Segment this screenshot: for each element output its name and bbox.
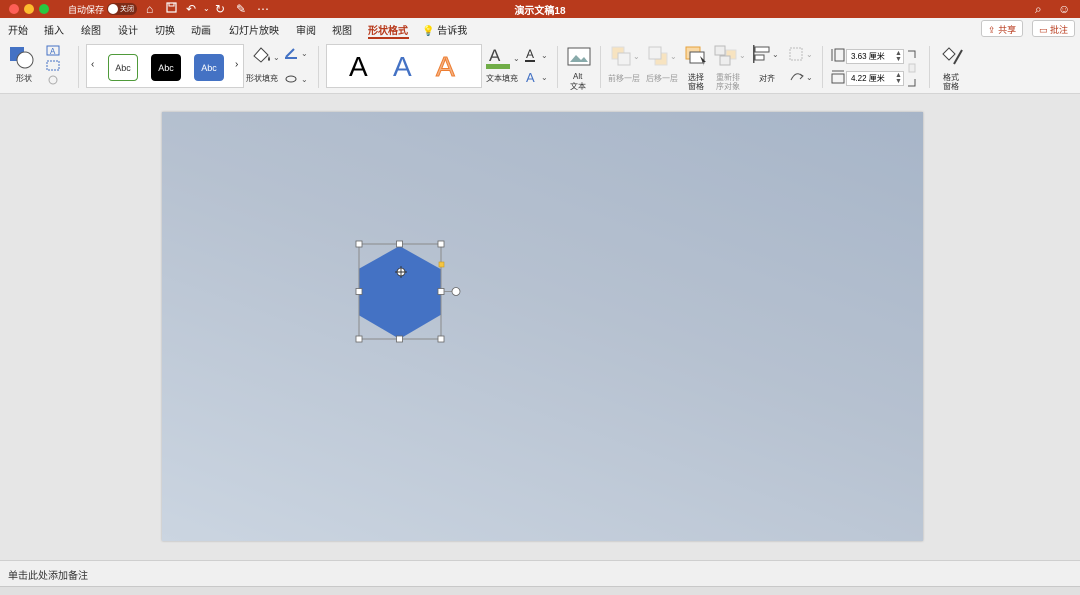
- selection-pane-icon[interactable]: [685, 45, 709, 70]
- status-bar: [0, 586, 1080, 595]
- share-icon: ⇪: [988, 25, 996, 35]
- svg-text:⌄: ⌄: [301, 75, 308, 84]
- svg-text:⌄: ⌄: [541, 51, 548, 60]
- lightbulb-icon: 💡: [422, 26, 435, 37]
- alt-text-label-1: Alt: [573, 72, 583, 81]
- shapes-icon[interactable]: [9, 46, 37, 73]
- reorder-objects-label-2: 序对象: [716, 82, 740, 91]
- document-title: 演示文稿18: [514, 6, 566, 17]
- group-icon[interactable]: ⌄ ⌄: [788, 46, 814, 89]
- active-tab-indicator: [368, 37, 409, 39]
- hexagon-shape[interactable]: [358, 246, 441, 339]
- format-pane-label-2: 窗格: [943, 82, 959, 91]
- shape-style-blue[interactable]: Abc: [194, 54, 224, 81]
- tab-shape-format[interactable]: 形状格式: [368, 22, 408, 37]
- tab-view[interactable]: 视图: [332, 22, 352, 37]
- width-icon: [831, 70, 845, 87]
- tab-insert[interactable]: 插入: [44, 22, 64, 37]
- wordart-style-black[interactable]: A: [349, 51, 368, 83]
- ribbon: 形状 A ‹ Abc Abc Abc › ⌄ 形状填充 ⌄ ⌄ A A A A ⌄ …: [0, 40, 1080, 94]
- text-fill-icon[interactable]: A ⌄: [486, 45, 522, 74]
- search-icon[interactable]: ⌕: [1035, 1, 1042, 17]
- notes-placeholder: 单击此处添加备注: [8, 571, 88, 582]
- text-box-icon[interactable]: A: [46, 45, 70, 88]
- svg-text:⌄: ⌄: [806, 73, 813, 82]
- svg-text:A: A: [489, 46, 501, 65]
- reorder-objects-icon[interactable]: ⌄: [714, 45, 746, 70]
- text-fill-label: 文本填充: [486, 74, 518, 83]
- format-pane-icon[interactable]: [940, 44, 964, 71]
- account-icon[interactable]: ☺: [1058, 1, 1070, 17]
- svg-text:⌄: ⌄: [301, 49, 308, 58]
- comments-button[interactable]: ▭ 批注: [1032, 20, 1076, 37]
- shape-style-dark[interactable]: Abc: [151, 54, 181, 81]
- shape-style-outline[interactable]: Abc: [108, 54, 138, 81]
- svg-text:A: A: [526, 47, 534, 61]
- slide-canvas[interactable]: [162, 112, 923, 541]
- comment-icon: ▭: [1039, 25, 1048, 35]
- tab-review[interactable]: 审阅: [296, 22, 316, 37]
- adjustment-handle[interactable]: [438, 261, 445, 268]
- tab-transitions[interactable]: 切换: [155, 22, 175, 37]
- wordart-styles-gallery: A A A: [326, 44, 482, 88]
- wordart-style-orange[interactable]: A: [436, 51, 456, 83]
- shape-styles-gallery: ‹ Abc Abc Abc ›: [86, 44, 244, 88]
- share-button[interactable]: ⇪ 共享: [981, 20, 1024, 37]
- tell-me[interactable]: 💡 告诉我: [422, 22, 467, 37]
- shape-fill-label: 形状填充: [246, 74, 278, 83]
- selection-pane-label-2: 窗格: [688, 82, 704, 91]
- svg-text:⌄: ⌄: [541, 73, 548, 82]
- svg-text:⌄: ⌄: [739, 51, 746, 60]
- alt-text-icon[interactable]: [567, 47, 591, 72]
- send-backward-icon[interactable]: ⌄: [648, 46, 677, 71]
- height-icon: [831, 48, 845, 65]
- gallery-next-icon[interactable]: ›: [235, 59, 238, 70]
- send-backward-label: 后移一层: [646, 74, 678, 83]
- align-icon[interactable]: ⌄: [752, 44, 779, 69]
- tab-draw[interactable]: 绘图: [81, 22, 101, 37]
- svg-text:⌄: ⌄: [806, 50, 813, 59]
- svg-text:A: A: [50, 47, 56, 56]
- tell-me-label: 告诉我: [437, 26, 468, 37]
- notes-pane[interactable]: 单击此处添加备注: [0, 560, 1080, 586]
- shapes-label: 形状: [16, 74, 32, 83]
- rotation-handle[interactable]: [451, 287, 461, 296]
- svg-text:⌄: ⌄: [273, 53, 278, 62]
- wordart-style-blue[interactable]: A: [393, 51, 412, 83]
- tab-design[interactable]: 设计: [118, 22, 138, 37]
- title-bar: 自动保存 关闭 ⌂ ↶ ⌄ ↻ ✎ ⋯ 演示文稿18 ⌕ ☺: [0, 0, 1080, 18]
- svg-text:⌄: ⌄: [772, 50, 778, 59]
- comments-label: 批注: [1050, 25, 1069, 35]
- shape-fill-icon[interactable]: ⌄: [250, 44, 280, 69]
- shape-outline-icon[interactable]: ⌄ ⌄: [284, 47, 308, 90]
- svg-text:⌄: ⌄: [670, 52, 676, 61]
- tab-slideshow[interactable]: 幻灯片放映: [229, 22, 279, 37]
- height-spinner-icon[interactable]: ▲ ▼: [895, 50, 902, 63]
- gallery-prev-icon[interactable]: ‹: [91, 59, 94, 70]
- bring-forward-label: 前移一层: [608, 74, 640, 83]
- svg-text:A: A: [526, 70, 535, 85]
- lock-aspect-ratio-icon[interactable]: [907, 50, 917, 91]
- text-effects-icon[interactable]: A ⌄ A ⌄: [524, 46, 550, 89]
- width-spinner-icon[interactable]: ▲ ▼: [895, 72, 902, 85]
- svg-text:⌄: ⌄: [633, 52, 639, 61]
- share-label: 共享: [998, 25, 1017, 35]
- tab-animations[interactable]: 动画: [191, 22, 211, 37]
- tab-home[interactable]: 开始: [8, 22, 28, 37]
- ribbon-tabs: 开始 插入 绘图 设计 切换 动画 幻灯片放映 审阅 视图 形状格式 💡 告诉我…: [0, 18, 1080, 40]
- slide-editor: [0, 94, 1080, 560]
- align-label: 对齐: [759, 74, 775, 83]
- alt-text-label-2: 文本: [570, 82, 586, 91]
- svg-text:⌄: ⌄: [513, 54, 520, 63]
- bring-forward-icon[interactable]: ⌄: [611, 46, 640, 71]
